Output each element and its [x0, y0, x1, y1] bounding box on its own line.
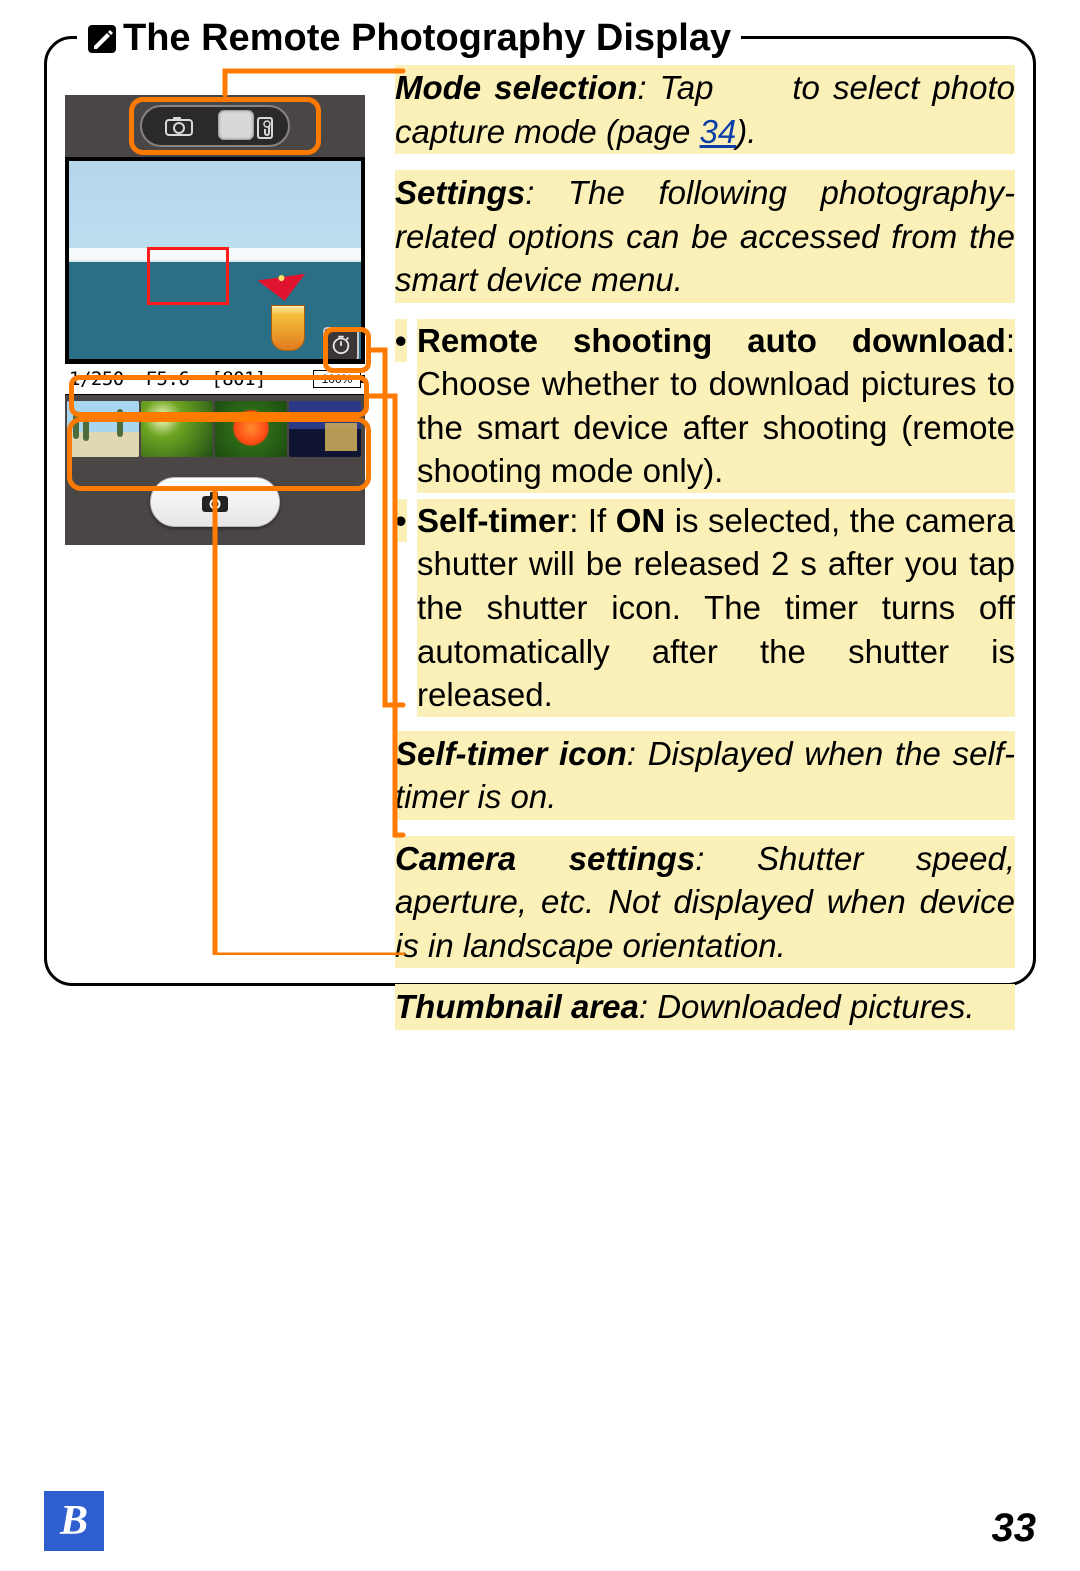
scene-object [265, 279, 313, 351]
desc-self-timer-icon: Self-timer icon: Displayed when the self… [395, 731, 1015, 820]
phone-illustration: 1/250 F5.6 [801] 100% [65, 65, 375, 955]
battery-indicator: 100% [313, 370, 361, 388]
desc-settings: Settings: The following photography-rela… [395, 170, 1015, 303]
page-link-34[interactable]: 34 [700, 113, 737, 150]
aperture-value: F5.6 [146, 368, 190, 390]
thumbnail[interactable] [215, 401, 287, 457]
shots-remaining: [801] [211, 368, 266, 390]
desc-mode-selection: Mode selection: Tap to select photo capt… [395, 65, 1015, 154]
desc-camera-settings: Camera settings: Shutter speed, aperture… [395, 836, 1015, 969]
pencil-icon [87, 24, 117, 54]
camera-mode-icon [142, 107, 215, 145]
section-tab: B [44, 1491, 104, 1551]
page-number: 33 [992, 1506, 1037, 1551]
camera-settings-bar: 1/250 F5.6 [801] 100% [65, 363, 365, 395]
thumbnail[interactable] [289, 401, 361, 457]
callout-title: The Remote Photography Display [77, 17, 741, 60]
camera-icon [200, 490, 230, 514]
mode-toggle-knob [218, 110, 254, 140]
touch-mode-icon [252, 113, 282, 143]
thumbnail[interactable] [141, 401, 213, 457]
description-column: Mode selection: Tap to select photo capt… [395, 65, 1015, 955]
desc-option-self-timer: Self-timer: If ON is selected, the camer… [417, 499, 1015, 717]
battery-percent: 100% [322, 372, 353, 386]
callout-box: The Remote Photography Display [44, 36, 1036, 986]
desc-option-auto-download: Remote shooting auto download: Choose wh… [417, 319, 1015, 493]
viewfinder [65, 157, 365, 363]
shutter-speed: 1/250 [69, 368, 124, 390]
mode-selection-toggle[interactable] [140, 105, 290, 147]
self-timer-icon[interactable] [323, 327, 359, 359]
thumbnail[interactable] [67, 401, 139, 457]
focus-area-indicator [147, 247, 229, 305]
callout-title-text: The Remote Photography Display [123, 17, 731, 60]
thumbnail-area[interactable] [65, 395, 365, 463]
page-footer: B 33 [0, 1491, 1080, 1551]
desc-thumbnail-area: Thumbnail area: Downloaded pictures. [395, 984, 1015, 1030]
mode-bar [65, 95, 365, 157]
shutter-button[interactable] [150, 477, 280, 527]
